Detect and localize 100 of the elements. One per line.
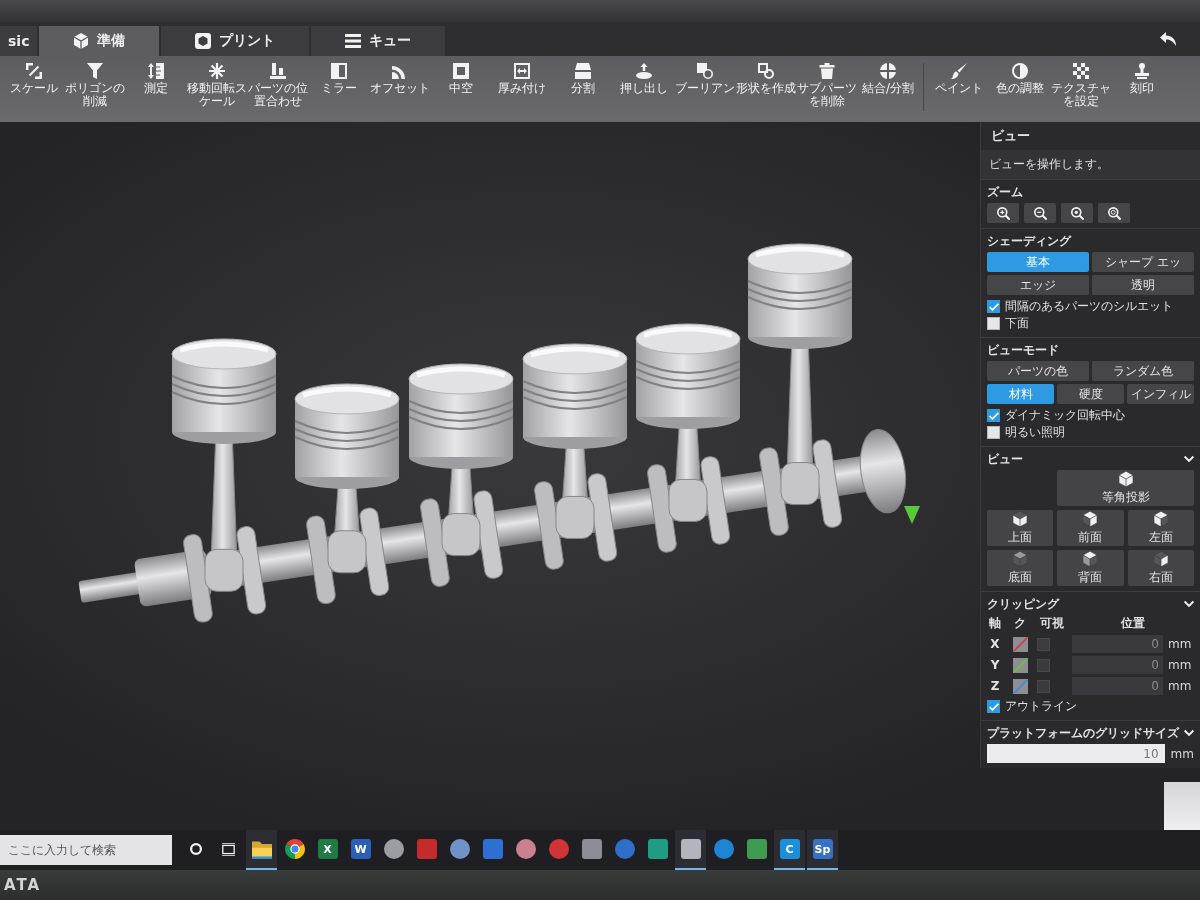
taskbar-app-button[interactable] bbox=[246, 830, 277, 870]
option-button[interactable]: 基本 bbox=[987, 252, 1089, 272]
option-button[interactable]: 材料 bbox=[987, 384, 1054, 404]
list-icon bbox=[345, 33, 362, 49]
tab[interactable]: sic bbox=[0, 26, 38, 56]
taskbar-app-button[interactable]: X bbox=[312, 830, 343, 870]
tool-button[interactable]: 形状を作成 bbox=[736, 61, 796, 97]
checkbox[interactable] bbox=[987, 317, 1000, 330]
option-button[interactable]: ランダム色 bbox=[1092, 361, 1194, 381]
search-field[interactable]: ここに入力して検索 bbox=[0, 835, 172, 865]
position-field[interactable]: 0 bbox=[1072, 635, 1163, 653]
tool-button[interactable]: 押し出し bbox=[614, 61, 674, 97]
tab[interactable]: キュー bbox=[311, 26, 446, 56]
trash-icon bbox=[819, 63, 835, 79]
checkbox[interactable] bbox=[1037, 637, 1050, 651]
magnifier-dot-icon bbox=[1070, 206, 1084, 220]
panel-description: ビューを操作します。 bbox=[981, 150, 1200, 179]
taskbar-app-button[interactable]: C bbox=[774, 830, 805, 870]
cube-in-square-icon bbox=[195, 33, 212, 49]
mirror-icon bbox=[331, 63, 347, 79]
checkbox-label: 下面 bbox=[1005, 315, 1029, 332]
checkbox-label: ダイナミック回転中心 bbox=[1005, 407, 1125, 424]
check-icon bbox=[988, 701, 999, 712]
bars-on-base-icon bbox=[270, 63, 286, 79]
option-button[interactable]: インフィル bbox=[1127, 384, 1194, 404]
view-button[interactable]: 上面 bbox=[987, 510, 1054, 546]
cube-icon bbox=[1013, 510, 1028, 527]
column-header: ク bbox=[1013, 615, 1027, 632]
view-button[interactable]: 等角投影 bbox=[1057, 470, 1194, 506]
split-block-icon bbox=[575, 63, 591, 79]
tab[interactable]: 準備 bbox=[39, 26, 160, 56]
color-swatch-icon bbox=[1012, 678, 1028, 694]
section-heading: プラットフォームのグリッドサイズ bbox=[987, 724, 1179, 742]
cube-icon bbox=[1153, 510, 1168, 527]
tool-button[interactable]: ブーリアン bbox=[675, 61, 735, 97]
funnel-icon bbox=[87, 63, 103, 79]
view-button[interactable]: 背面 bbox=[1057, 550, 1124, 586]
zoom-in-icon bbox=[996, 206, 1010, 220]
zoom-button[interactable] bbox=[1061, 203, 1093, 223]
cube-icon bbox=[1083, 510, 1098, 527]
zoom-out-icon bbox=[1033, 206, 1047, 220]
checkbox[interactable] bbox=[987, 700, 1000, 713]
brand-label: ATA bbox=[4, 876, 42, 894]
checkbox[interactable] bbox=[987, 300, 1000, 313]
position-field[interactable]: 0 bbox=[1072, 656, 1163, 674]
tool-button[interactable]: 測定 bbox=[126, 61, 186, 97]
zoom-button[interactable] bbox=[1098, 203, 1130, 223]
tool-button[interactable]: ミラー bbox=[309, 61, 369, 97]
axis-label: Y bbox=[989, 658, 1001, 672]
position-field[interactable]: 0 bbox=[1072, 677, 1163, 695]
view-button[interactable]: 前面 bbox=[1057, 510, 1124, 546]
tool-button[interactable]: 分割 bbox=[553, 61, 613, 97]
option-button[interactable]: シャープ エッ bbox=[1092, 252, 1194, 272]
magnifier-ring-icon bbox=[1107, 206, 1121, 220]
tool-button[interactable]: 厚み付け bbox=[492, 61, 552, 97]
view-button[interactable]: 左面 bbox=[1127, 510, 1194, 546]
extrude-icon bbox=[636, 63, 652, 79]
option-button[interactable]: 硬度 bbox=[1057, 384, 1124, 404]
checkbox[interactable] bbox=[1037, 658, 1050, 672]
tool-button[interactable]: サブパーツを削除 bbox=[797, 61, 857, 110]
cube-icon bbox=[1013, 550, 1028, 567]
stamp-icon bbox=[1134, 63, 1150, 79]
option-button[interactable]: 透明 bbox=[1092, 275, 1194, 295]
option-button[interactable]: パーツの色 bbox=[987, 361, 1089, 381]
unit-label: mm bbox=[1168, 679, 1193, 693]
checkbox[interactable] bbox=[1037, 679, 1050, 693]
square-circle-icon bbox=[758, 63, 774, 79]
tool-button[interactable]: ポリゴンの削減 bbox=[65, 61, 125, 110]
tool-button[interactable]: 結合/分割 bbox=[858, 61, 918, 97]
zoom-button[interactable] bbox=[1024, 203, 1056, 223]
tool-button[interactable]: ペイント bbox=[929, 61, 989, 97]
checkbox-label: 明るい照明 bbox=[1005, 424, 1065, 441]
color-swatch-icon bbox=[1012, 657, 1028, 673]
tool-button[interactable]: 移動回転スケール bbox=[187, 61, 247, 110]
cube-icon bbox=[1118, 470, 1133, 487]
taskbar-app-button[interactable]: W bbox=[345, 830, 376, 870]
checkbox[interactable] bbox=[987, 409, 1000, 422]
tool-button[interactable]: 刻印 bbox=[1112, 61, 1172, 97]
checkbox-label: 間隔のあるパーツのシルエット bbox=[1005, 298, 1173, 315]
tab[interactable]: プリント bbox=[161, 26, 310, 56]
unit-label: mm bbox=[1168, 658, 1193, 672]
taskbar-app-button[interactable]: Sp bbox=[807, 830, 838, 870]
color-swatch-icon bbox=[1012, 636, 1028, 652]
check-icon bbox=[988, 410, 999, 421]
tool-button[interactable]: オフセット bbox=[370, 61, 430, 97]
thickness-arrows-icon bbox=[514, 63, 530, 79]
tool-button[interactable]: 中空 bbox=[431, 61, 491, 97]
taskbar-app-button[interactable] bbox=[675, 830, 706, 870]
column-header: 位置 bbox=[1120, 615, 1146, 632]
grid-size-field[interactable]: 10 bbox=[987, 744, 1165, 763]
tool-button[interactable]: スケール bbox=[4, 61, 64, 97]
tool-button[interactable]: 色の調整 bbox=[990, 61, 1050, 97]
checkbox[interactable] bbox=[987, 426, 1000, 439]
view-button[interactable]: 底面 bbox=[987, 550, 1054, 586]
view-button[interactable]: 右面 bbox=[1127, 550, 1194, 586]
tool-button[interactable]: テクスチャを設定 bbox=[1051, 61, 1111, 110]
axis-label: Z bbox=[989, 679, 1001, 693]
zoom-button[interactable] bbox=[987, 203, 1019, 223]
option-button[interactable]: エッジ bbox=[987, 275, 1089, 295]
tool-button[interactable]: パーツの位置合わせ bbox=[248, 61, 308, 110]
